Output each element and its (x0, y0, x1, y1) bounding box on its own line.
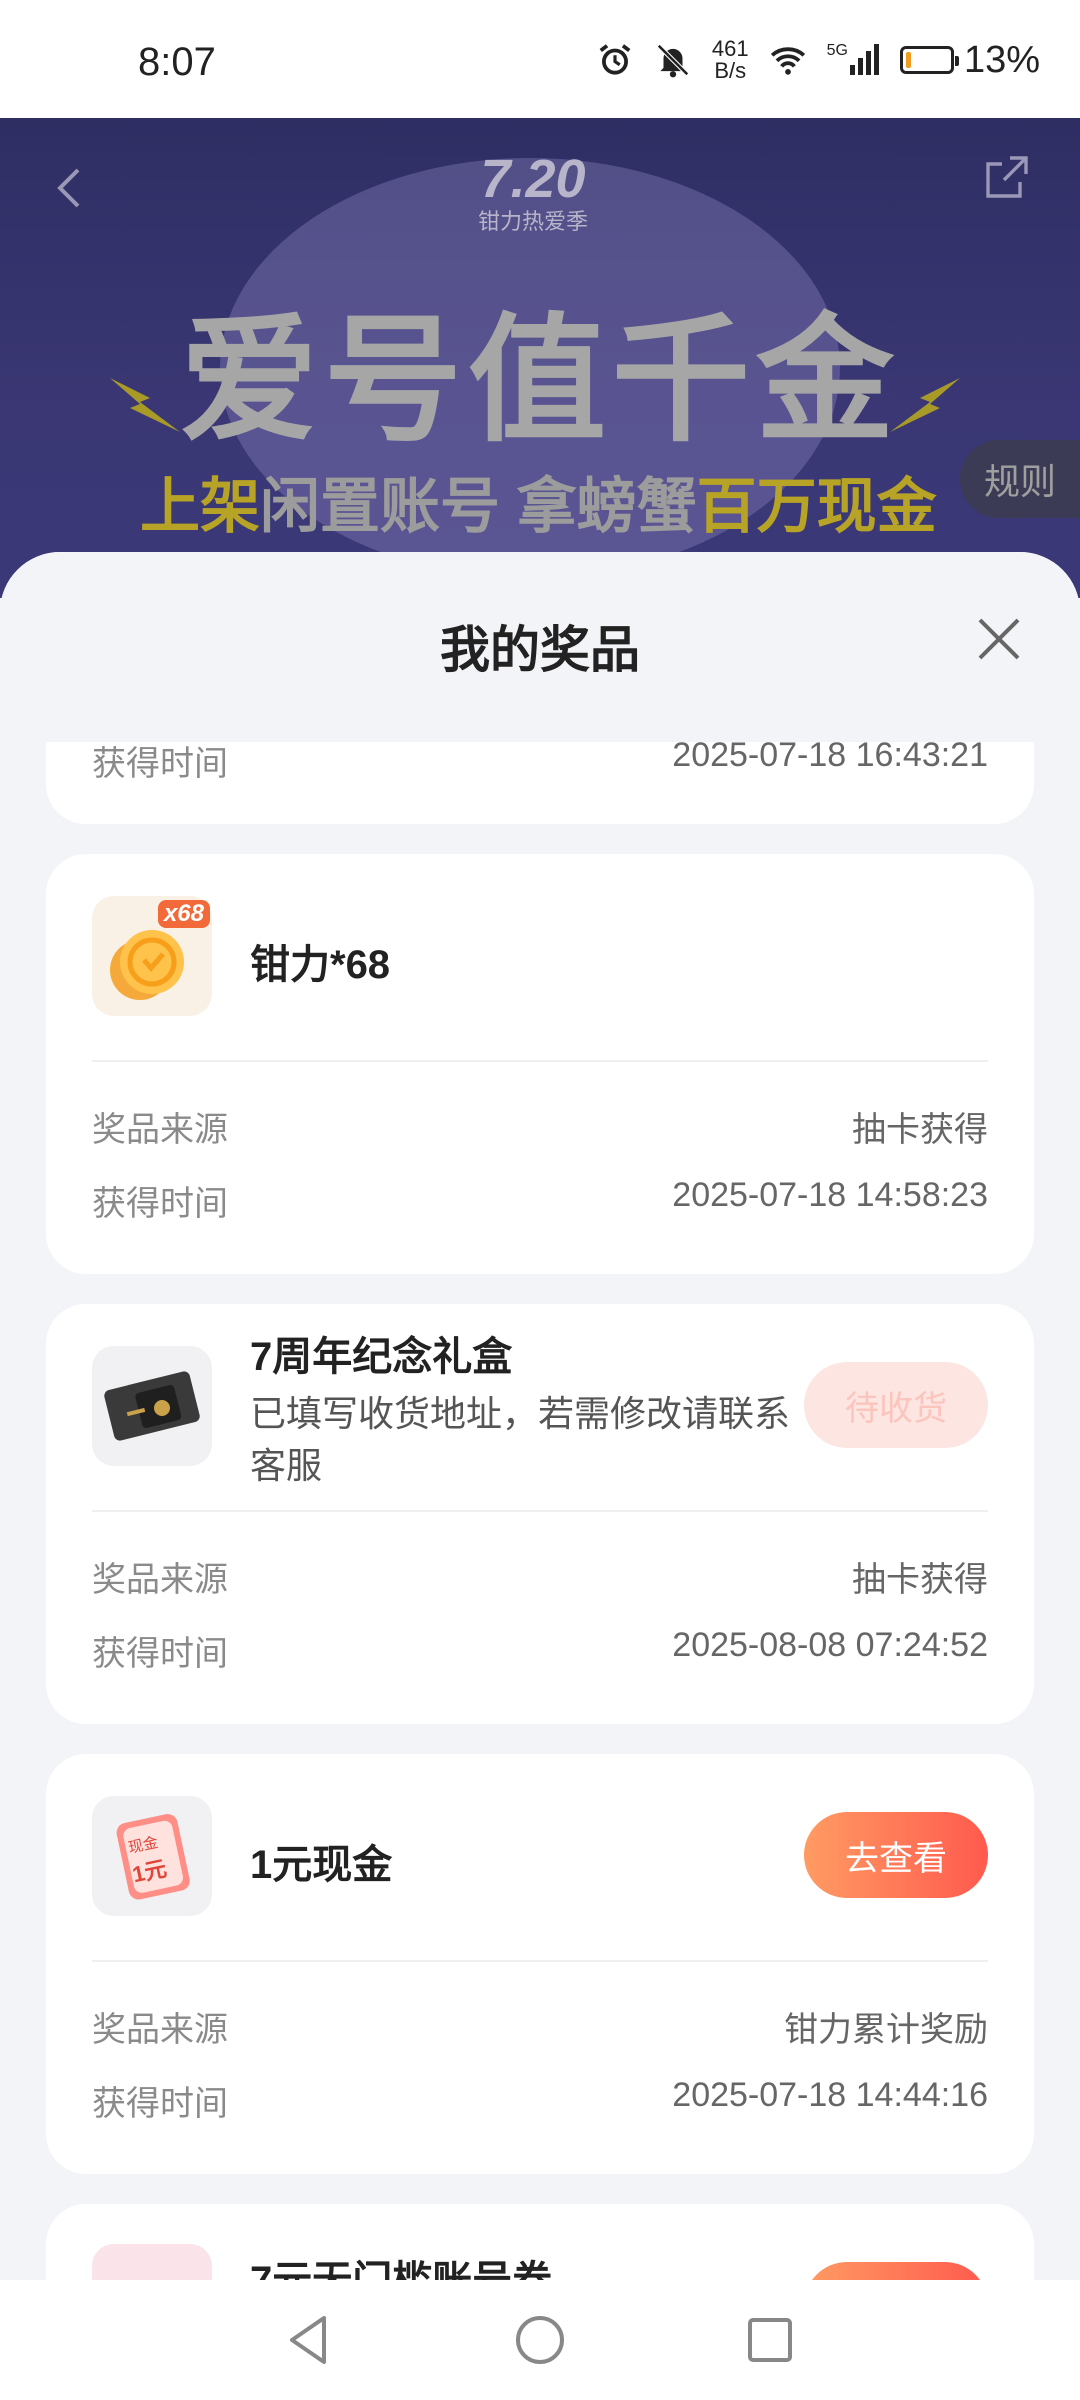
time-label: 获得时间 (92, 1185, 228, 1223)
net-speed-value: 461 (711, 36, 749, 61)
prize-name: 钳力*68 (250, 943, 391, 987)
mute-bell-icon (656, 44, 689, 78)
net-speed-unit: B/s (714, 58, 747, 83)
prize-name: 1元现金 (250, 1843, 393, 1887)
net-speed: 461 B/s (712, 38, 749, 82)
system-nav-bar (0, 2280, 1080, 2400)
prize-card: 7元无门槛账号券 (46, 2204, 1034, 2280)
view-button[interactable]: 去查看 (804, 1812, 988, 1898)
divider (92, 1060, 988, 1062)
battery-icon (899, 46, 959, 74)
status-icons: 461 B/s 5G 13% (596, 38, 1040, 82)
source-value: 钳力累计奖励 (784, 2011, 988, 2049)
divider (92, 1510, 988, 1512)
my-prizes-sheet: 我的奖品 获得时间 2025-07-18 16:43:21 x68 钳力*68 … (0, 552, 1080, 2400)
event-badge-sub: 钳力热爱季 (477, 209, 588, 234)
sheet-title: 我的奖品 (440, 622, 640, 678)
time-value: 2025-07-18 14:44:16 (672, 2076, 988, 2114)
source-value: 抽卡获得 (852, 1111, 988, 1149)
time-value: 2025-08-08 07:24:52 (672, 1626, 988, 1664)
pending-delivery-button[interactable]: 待收货 (804, 1362, 988, 1448)
prize-image: x68 (92, 896, 212, 1016)
status-bar: 8:07 461 B/s 5G 13% (0, 0, 1080, 118)
prize-description: 已填写收货地址，若需修改请联系客服 (250, 1393, 791, 1486)
battery-percent: 13% (963, 38, 1040, 81)
source-label: 奖品来源 (92, 1111, 228, 1149)
time-label: 获得时间 (92, 2085, 228, 2123)
banner-subtitle: 上架闲置账号 拿螃蟹百万现金 (140, 473, 937, 540)
close-icon[interactable] (974, 614, 1024, 664)
quantity-badge: x68 (157, 900, 210, 928)
sheet-header: 我的奖品 (0, 552, 1080, 742)
alarm-icon (599, 44, 631, 75)
event-banner: 7.20 钳力热爱季 爱号值千金 上架闲置账号 拿螃蟹百万现金 (0, 118, 1080, 598)
status-time: 8:07 (138, 40, 216, 84)
back-arrow-icon[interactable] (50, 158, 90, 218)
time-label: 获得时间 (92, 1635, 228, 1673)
prize-name: 7元无门槛账号券 (250, 2248, 552, 2280)
source-label: 奖品来源 (92, 1561, 228, 1599)
battery-indicator: 13% (899, 38, 1040, 82)
network-type: 5G (826, 42, 848, 59)
prize-card: x68 钳力*68 奖品来源 抽卡获得 获得时间 2025-07-18 14:5… (46, 854, 1034, 1274)
prize-image (92, 1346, 212, 1466)
prize-image (92, 2244, 212, 2280)
cellular-signal-icon: 5G (827, 43, 880, 77)
source-label: 奖品来源 (92, 2011, 228, 2049)
view-button[interactable] (804, 2262, 988, 2280)
time-label: 获得时间 (92, 745, 228, 783)
banner-title: 爱号值千金 (179, 304, 900, 458)
divider (92, 1960, 988, 1962)
nav-recents-icon[interactable] (740, 2310, 800, 2370)
prize-name: 7周年纪念礼盒 (250, 1335, 513, 1379)
event-badge: 7.20 钳力热爱季 (438, 148, 628, 258)
nav-back-icon[interactable] (280, 2310, 340, 2370)
prize-list[interactable]: 获得时间 2025-07-18 16:43:21 x68 钳力*68 奖品来源 … (0, 742, 1080, 2280)
prize-image: 现金 1元 (92, 1796, 212, 1916)
prize-card: 获得时间 2025-07-18 16:43:21 (46, 742, 1034, 824)
time-value: 2025-07-18 16:43:21 (672, 742, 988, 774)
nav-home-icon[interactable] (510, 2310, 570, 2370)
prize-card: 现金 1元 1元现金 去查看 奖品来源 钳力累计奖励 获得时间 2025-07-… (46, 1754, 1034, 2174)
time-value: 2025-07-18 14:58:23 (672, 1176, 988, 1214)
prize-card: 7周年纪念礼盒 已填写收货地址，若需修改请联系客服 待收货 奖品来源 抽卡获得 … (46, 1304, 1034, 1724)
share-icon[interactable] (984, 154, 1030, 200)
wifi-icon (770, 47, 805, 75)
source-value: 抽卡获得 (852, 1561, 988, 1599)
event-badge-number: 7.20 (480, 149, 586, 209)
rules-button[interactable]: 规则 (960, 440, 1080, 518)
gift-box-icon (104, 1371, 200, 1441)
